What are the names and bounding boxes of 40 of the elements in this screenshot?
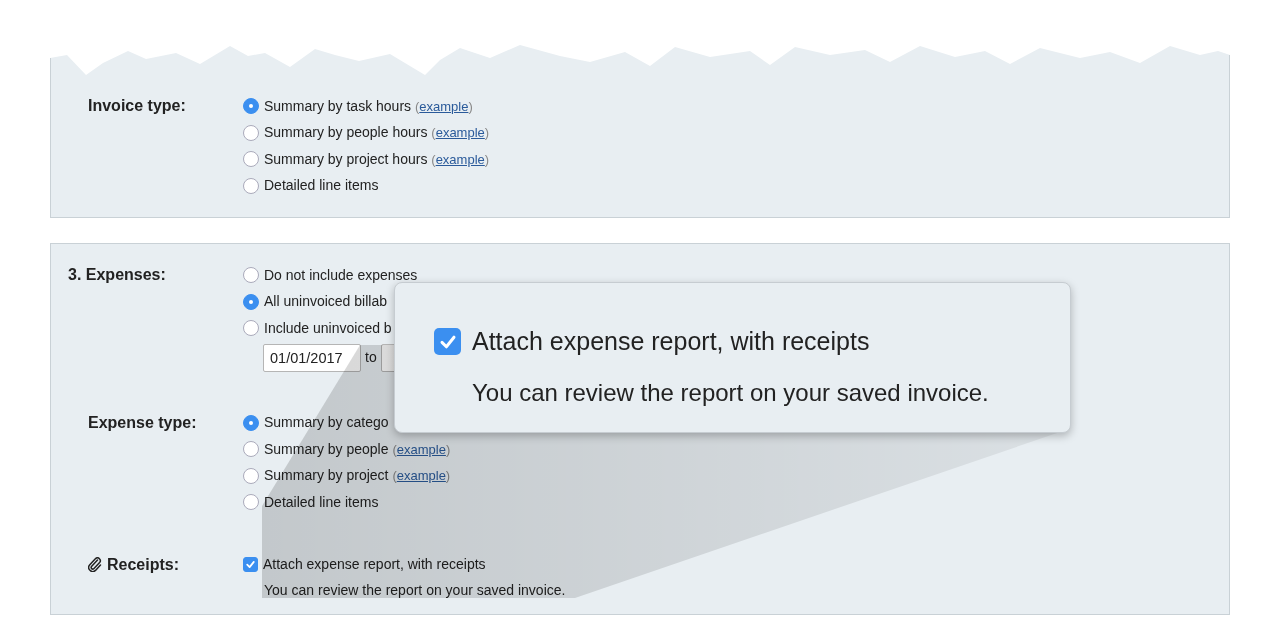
section-label: Expense type: xyxy=(88,412,197,433)
check-icon xyxy=(245,559,256,571)
option-label: Summary by task hours (example) xyxy=(264,96,473,116)
option-label: Detailed line items xyxy=(264,492,379,512)
section-label: 3. Expenses: xyxy=(68,265,166,285)
option-label: Attach expense report, with receipts xyxy=(263,555,486,575)
checkbox[interactable] xyxy=(434,328,461,356)
radio-button[interactable] xyxy=(243,293,259,310)
date-field[interactable]: 01/01/2017 xyxy=(263,343,361,372)
radio-button[interactable] xyxy=(243,320,259,337)
radio-button[interactable] xyxy=(243,151,259,168)
paperclip-icon xyxy=(88,557,102,572)
help-text: You can review the report on your saved invoice. xyxy=(471,377,990,408)
radio-button[interactable] xyxy=(243,177,259,194)
radio-button[interactable] xyxy=(243,98,259,115)
radio-button[interactable] xyxy=(243,267,259,284)
option-label: Include uninvoiced b xyxy=(264,318,392,338)
example-link[interactable]: example xyxy=(435,151,485,167)
section-label: Invoice type: xyxy=(88,96,186,116)
option-label: Detailed line items xyxy=(264,176,379,196)
radio-button[interactable] xyxy=(243,494,259,511)
option-label: Summary by project (example) xyxy=(264,466,451,486)
checkbox-label: Attach expense report, with receipts xyxy=(472,326,870,357)
help-text: You can review the report on your saved invoice. xyxy=(263,580,566,600)
section-label: Receipts: xyxy=(107,554,180,575)
option-label: All uninvoiced billab xyxy=(264,292,387,312)
option-label: Summary by catego xyxy=(264,413,389,433)
option-label: Summary by people hours (example) xyxy=(264,123,490,143)
option-label: Summary by project hours (example) xyxy=(264,149,490,169)
radio-button[interactable] xyxy=(243,467,259,484)
radio-button[interactable] xyxy=(243,124,259,141)
example-link[interactable]: example xyxy=(419,98,469,114)
checkbox[interactable] xyxy=(243,557,258,573)
example-link[interactable]: example xyxy=(435,125,485,141)
option-label: Do not include expenses xyxy=(264,265,418,285)
radio-button[interactable] xyxy=(243,441,259,458)
range-separator: to xyxy=(365,348,377,367)
example-link[interactable]: example xyxy=(396,441,446,457)
example-link[interactable]: example xyxy=(396,468,446,484)
radio-button[interactable] xyxy=(243,414,259,431)
